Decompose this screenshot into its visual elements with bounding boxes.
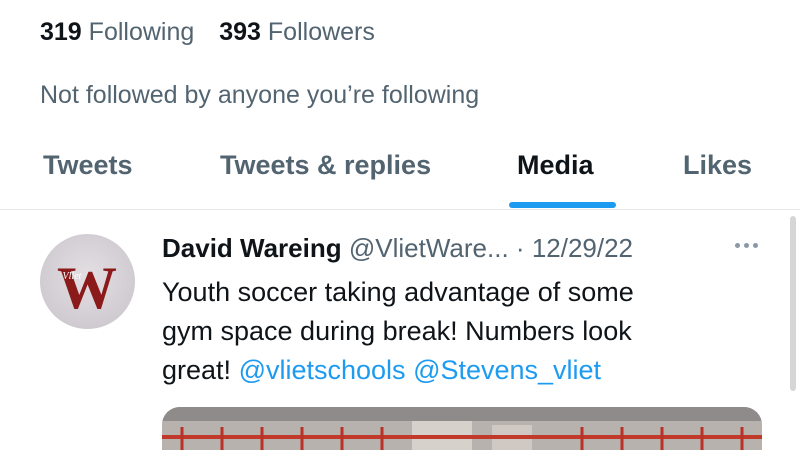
tweet-text-line-3: great! @vlietschools @Stevens_vliet [162,351,762,390]
followers-count: 393 [219,18,261,46]
active-tab-indicator [509,202,616,208]
logo-letter: W [57,255,117,321]
followers-link[interactable]: 393 Followers [219,18,375,46]
not-followed-text: Not followed by anyone you’re following [40,81,480,109]
tab-tweets[interactable]: Tweets [43,150,133,181]
separator-dot: · [515,233,525,263]
avatar[interactable]: W Vliet [40,234,135,329]
tweet-media-image[interactable] [162,407,762,450]
following-count: 319 [40,18,82,46]
mention-vlietschools[interactable]: @vlietschools [239,355,406,385]
profile-tabs: Tweets Tweets & replies Media Likes [0,128,800,210]
profile-stats: 319 Following 393 Followers [40,18,393,47]
logo-text: Vliet [63,271,82,282]
tweet-text-line-2: gym space during break! Numbers look [162,316,632,346]
scrollbar[interactable] [790,216,796,391]
tab-media[interactable]: Media [517,150,594,181]
gym-photo-icon [162,407,762,450]
tab-tweets-replies[interactable]: Tweets & replies [220,150,431,181]
following-label: Following [88,18,195,46]
tweet-date[interactable]: 12/29/22 [532,233,633,263]
author-name[interactable]: David Wareing [162,233,342,263]
author-handle[interactable]: @VlietWare... [349,233,509,263]
vliet-logo-icon: W Vliet [57,255,117,321]
tweet-header: David Wareing @VlietWare... · 12/29/22 [162,233,633,264]
tab-likes[interactable]: Likes [683,150,752,181]
mention-stevens-vliet[interactable]: @Stevens_vliet [413,355,601,385]
tweet-text-prefix: great! [162,355,232,385]
more-horizontal-icon[interactable] [733,241,761,251]
tweet-text: Youth soccer taking advantage of some gy… [162,273,762,390]
tweet-text-line-1: Youth soccer taking advantage of some [162,277,634,307]
following-link[interactable]: 319 Following [40,18,194,46]
tweet[interactable]: W Vliet David Wareing @VlietWare... · 12… [0,211,800,450]
followers-label: Followers [267,18,375,46]
